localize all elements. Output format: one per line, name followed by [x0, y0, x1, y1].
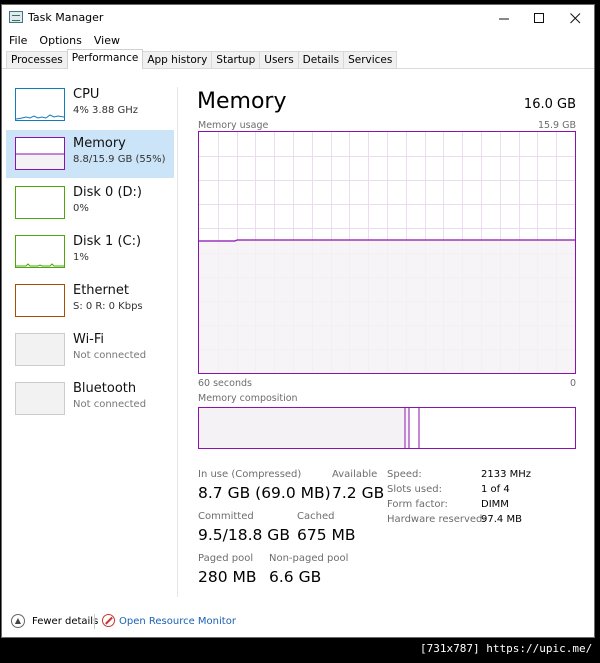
tab-startup[interactable]: Startup	[211, 51, 261, 68]
sidebar-item-disk-0[interactable]: Disk 0 (D:) 0%	[6, 179, 174, 227]
composition-label: Memory composition	[198, 393, 298, 404]
open-resource-monitor-link[interactable]: Open Resource Monitor	[119, 616, 236, 627]
close-button[interactable]	[557, 5, 593, 31]
graph-time-end: 0	[569, 378, 576, 389]
disk1-thumbnail-graph	[15, 235, 65, 268]
non-paged-pool-value: 6.6 GB	[269, 568, 322, 586]
sidebar-item-label: Wi-Fi	[73, 332, 105, 347]
ethernet-thumbnail-graph	[15, 284, 65, 317]
slots-used-value: 1 of 4	[481, 484, 510, 495]
footer-bar: ▲ Fewer details Open Resource Monitor	[2, 605, 594, 635]
bluetooth-thumbnail-graph	[15, 382, 65, 415]
tab-users[interactable]: Users	[259, 51, 299, 68]
non-paged-pool-label: Non-paged pool	[269, 553, 349, 564]
title-bar: Task Manager	[2, 5, 594, 31]
maximize-icon	[533, 12, 544, 23]
memory-usage-chart	[199, 132, 575, 373]
tab-processes[interactable]: Processes	[6, 51, 68, 68]
tab-app-history[interactable]: App history	[142, 51, 213, 68]
graph-time-start: 60 seconds	[198, 378, 252, 389]
menu-view[interactable]: View	[87, 34, 125, 47]
cpu-thumbnail-graph	[15, 88, 65, 121]
sidebar-item-detail: 4% 3.88 GHz	[73, 105, 139, 116]
cached-label: Cached	[297, 511, 335, 522]
tab-details[interactable]: Details	[297, 51, 345, 68]
performance-sidebar: CPU 4% 3.88 GHz Memory 8.8/15.9 GB (55%)…	[6, 81, 176, 601]
memory-thumbnail-graph	[15, 137, 65, 170]
sidebar-item-bluetooth[interactable]: Bluetooth Not connected	[6, 375, 174, 423]
sidebar-item-cpu[interactable]: CPU 4% 3.88 GHz	[6, 81, 174, 129]
window-title: Task Manager	[28, 11, 104, 24]
sidebar-item-memory[interactable]: Memory 8.8/15.9 GB (55%)	[6, 130, 174, 178]
sidebar-item-detail: Not connected	[73, 399, 147, 410]
in-use-label: In use (Compressed)	[198, 469, 302, 480]
sidebar-item-label: Ethernet	[73, 283, 129, 298]
usage-graph-max: 15.9 GB	[537, 120, 576, 131]
fewer-details-link[interactable]: Fewer details	[32, 616, 98, 627]
memory-composition-bar	[198, 407, 576, 449]
page-title: Memory	[197, 89, 287, 114]
sidebar-item-detail: Not connected	[73, 350, 147, 361]
hardware-reserved-label: Hardware reserved:	[387, 514, 486, 525]
sidebar-item-label: Bluetooth	[73, 381, 137, 396]
sidebar-item-detail: S: 0 R: 0 Kbps	[73, 301, 143, 312]
tab-performance[interactable]: Performance	[66, 49, 144, 69]
paged-pool-label: Paged pool	[198, 553, 254, 564]
available-value: 7.2 GB	[332, 484, 385, 502]
committed-value: 9.5/18.8 GB	[198, 526, 290, 544]
available-label: Available	[332, 469, 378, 480]
slots-used-label: Slots used:	[387, 484, 442, 495]
usage-graph-label: Memory usage	[198, 120, 269, 131]
tab-services[interactable]: Services	[343, 51, 398, 68]
sidebar-item-detail: 8.8/15.9 GB (55%)	[73, 154, 166, 165]
usage-area	[199, 240, 575, 373]
chevron-up-icon[interactable]: ▲	[11, 614, 25, 628]
minimize-button[interactable]	[486, 5, 522, 31]
memory-detail-panel: Memory 16.0 GB Memory usage 15.9 GB 60 s…	[178, 81, 588, 601]
hardware-reserved-value: 97.4 MB	[481, 514, 522, 525]
composition-in-use	[199, 408, 405, 448]
tab-bar: Processes Performance App history Startu…	[2, 49, 594, 69]
task-manager-icon	[9, 11, 23, 23]
memory-usage-graph	[198, 131, 576, 374]
memory-total: 16.0 GB	[523, 97, 576, 112]
disk0-thumbnail-graph	[15, 186, 65, 219]
watermark-text: [731x787] https://upic.me/	[420, 642, 593, 655]
speed-value: 2133 MHz	[481, 469, 532, 480]
form-factor-value: DIMM	[481, 499, 509, 510]
sidebar-item-label: Disk 0 (D:)	[73, 185, 142, 200]
footer-separator	[94, 614, 95, 629]
close-icon	[569, 12, 580, 23]
committed-label: Committed	[198, 511, 254, 522]
paged-pool-value: 280 MB	[198, 568, 257, 586]
sidebar-item-label: Disk 1 (C:)	[73, 234, 142, 249]
resource-monitor-icon[interactable]	[102, 614, 115, 627]
sidebar-item-wifi[interactable]: Wi-Fi Not connected	[6, 326, 174, 374]
minimize-icon	[498, 18, 509, 19]
menu-file[interactable]: File	[2, 34, 32, 47]
form-factor-label: Form factor:	[387, 499, 448, 510]
sidebar-item-ethernet[interactable]: Ethernet S: 0 R: 0 Kbps	[6, 277, 174, 325]
sidebar-item-disk-1[interactable]: Disk 1 (C:) 1%	[6, 228, 174, 276]
wifi-thumbnail-graph	[15, 333, 65, 366]
cached-value: 675 MB	[297, 526, 356, 544]
sidebar-item-detail: 1%	[73, 252, 89, 263]
sidebar-item-label: CPU	[73, 87, 100, 102]
menu-bar: File Options View	[2, 31, 594, 49]
task-manager-window: Task Manager File Options View Processes…	[1, 4, 595, 638]
in-use-value: 8.7 GB (69.0 MB)	[198, 484, 331, 502]
menu-options[interactable]: Options	[32, 34, 86, 47]
sidebar-item-detail: 0%	[73, 203, 89, 214]
speed-label: Speed:	[387, 469, 422, 480]
sidebar-item-label: Memory	[73, 136, 126, 151]
maximize-button[interactable]	[521, 5, 557, 31]
